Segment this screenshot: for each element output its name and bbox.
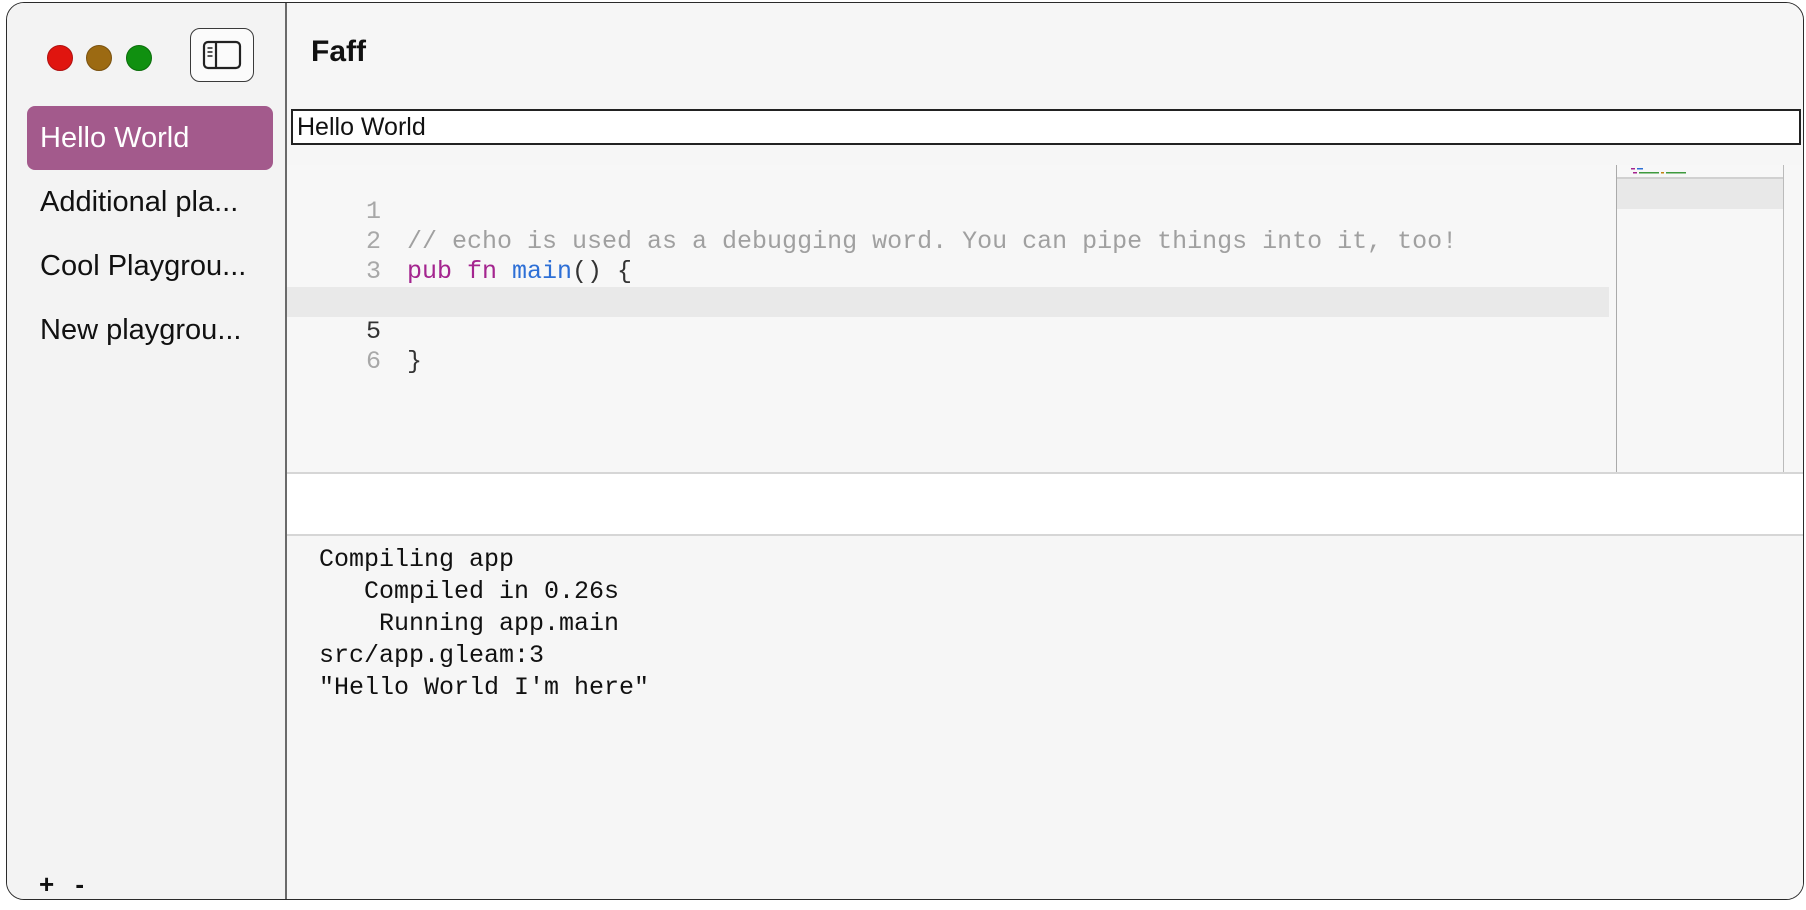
code-line-current: 5 } [287,287,1609,376]
sidebar-item-new-playground[interactable]: New playgrou... [27,298,273,362]
main-pane: Faff 1 // echo is used as a debugging wo… [287,3,1803,899]
sidebar-item-hello-world[interactable]: Hello World [27,106,273,170]
output-divider-strip [287,474,1803,536]
output-line: Compiling app [319,545,515,574]
app-window: Hello World Additional pla... Cool Playg… [6,2,1804,900]
playground-list: Hello World Additional pla... Cool Playg… [27,106,273,362]
code-line: 3 echo "Hello World" <> " I'm here" [287,227,1609,316]
zoom-window-button[interactable] [126,45,152,71]
line-number: 6 [365,347,381,376]
code-line: 1 // echo is used as a debugging word. Y… [287,167,1609,256]
app-title: Faff [311,35,366,68]
output-lines: Compiling app Compiled in 0.26s Running … [287,544,649,704]
output-line: Compiled in 0.26s [319,577,620,606]
minimap-preview [1631,168,1686,174]
minimize-window-button[interactable] [86,45,112,71]
output-line: "Hello World I'm here" [319,673,650,702]
add-playground-button[interactable]: + [39,869,54,899]
close-window-button[interactable] [47,45,73,71]
code-line: 2 pub fn main() { [287,197,1609,286]
output-line: Running app.main [319,609,620,638]
code-line: 4 [287,257,1609,316]
code-text: } [407,347,423,376]
sidebar-icon [202,40,242,70]
output-line: src/app.gleam:3 [319,641,545,670]
playground-name-input[interactable] [291,109,1801,145]
output-console: Compiling app Compiled in 0.26s Running … [287,536,1803,899]
code-minimap[interactable] [1616,165,1784,472]
minimap-viewport[interactable] [1617,177,1783,209]
sidebar-footer: + - [39,869,98,899]
code-line: 6 [287,317,1609,376]
sidebar-item-additional-playground[interactable]: Additional pla... [27,170,273,234]
sidebar-item-cool-playground[interactable]: Cool Playgrou... [27,234,273,298]
sidebar-toggle-button[interactable] [190,28,254,82]
sidebar: Hello World Additional pla... Cool Playg… [7,3,287,899]
remove-playground-button[interactable]: - [75,869,84,899]
code-editor[interactable]: 1 // echo is used as a debugging word. Y… [287,165,1803,474]
